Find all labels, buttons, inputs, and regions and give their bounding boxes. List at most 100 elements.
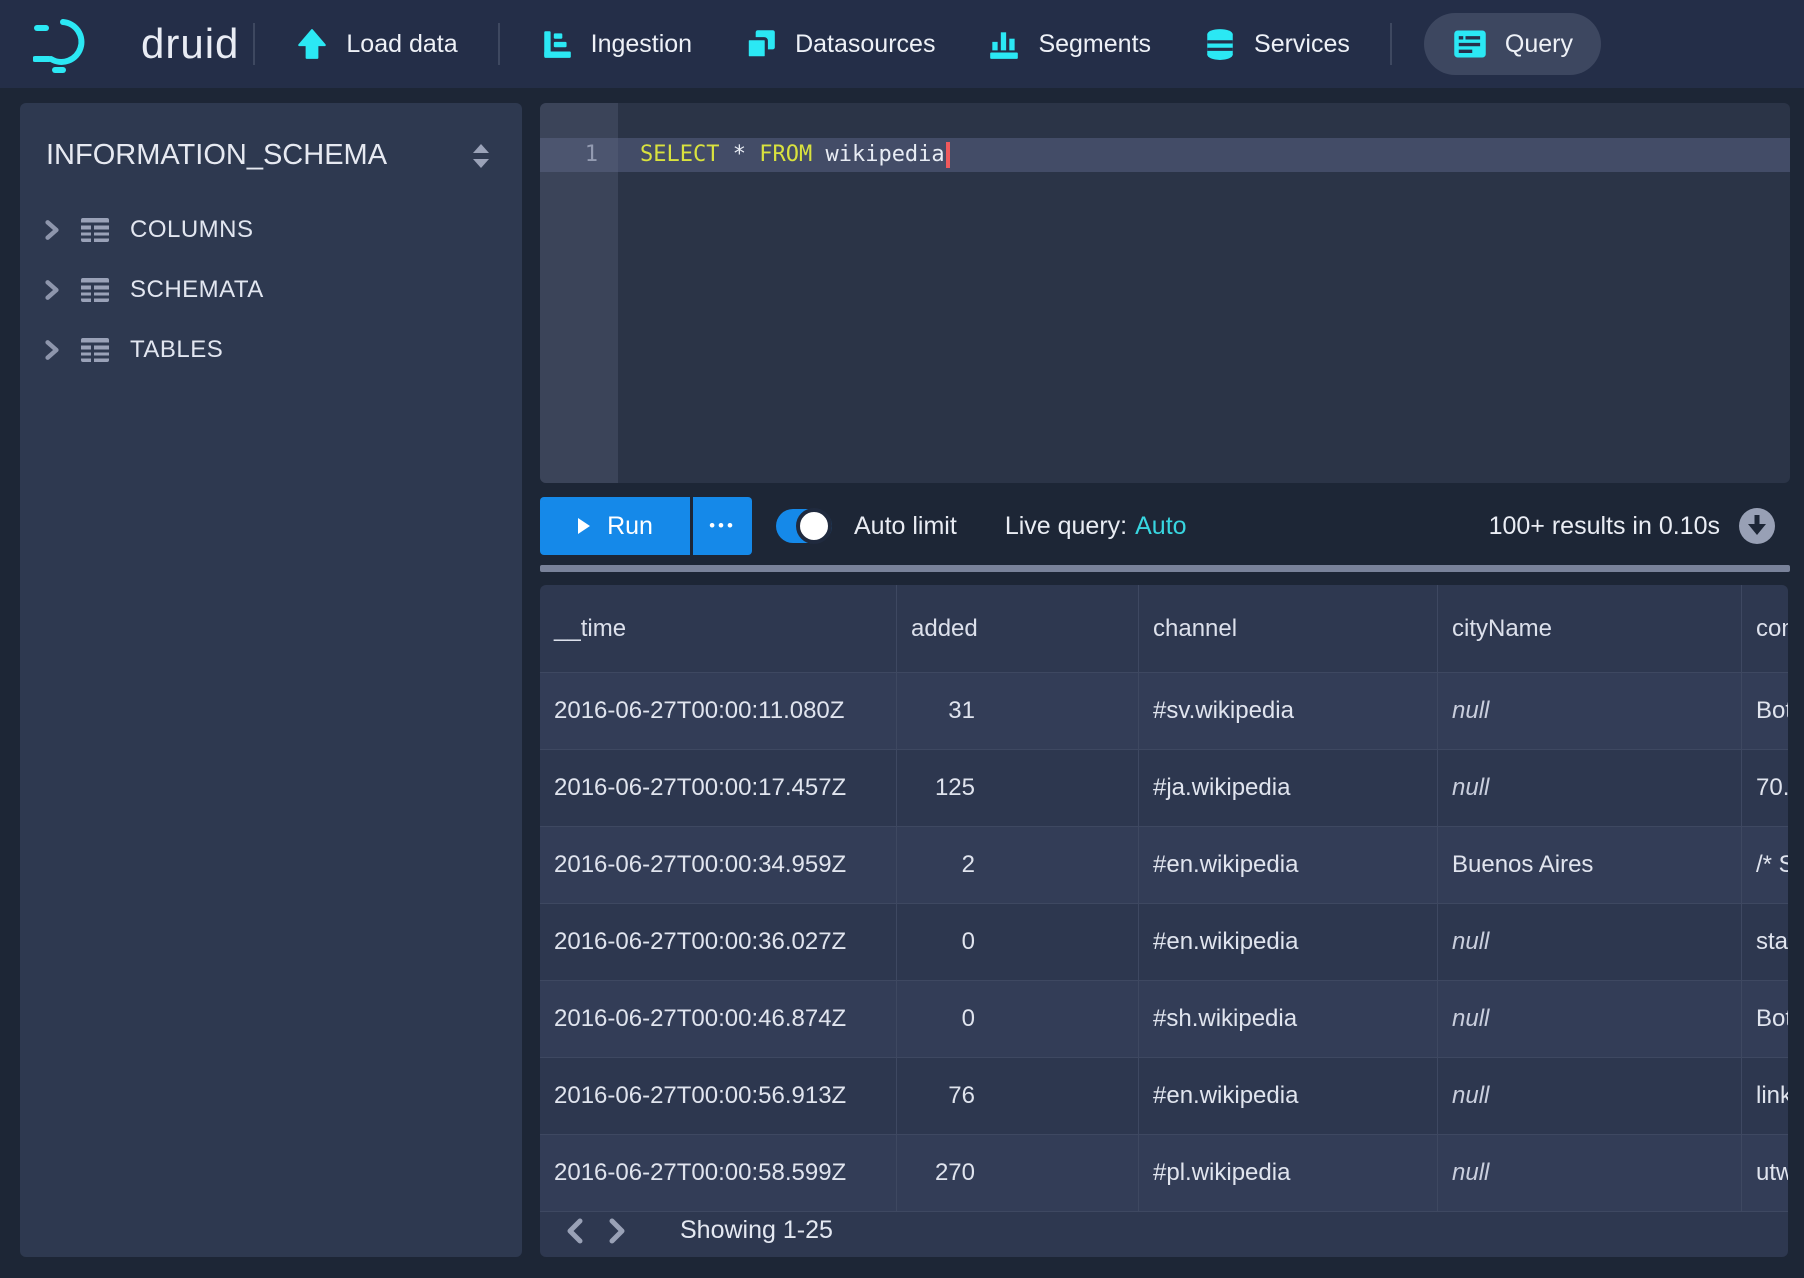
download-icon[interactable] (1738, 507, 1776, 545)
cell-time[interactable]: 2016-06-27T00:00:17.457Z (540, 750, 897, 826)
nav-item-label: Datasources (795, 30, 935, 59)
double-caret-icon[interactable] (468, 142, 494, 170)
next-page-button[interactable] (606, 1217, 628, 1245)
cell-added[interactable]: 0 (897, 904, 1139, 980)
column-header-time[interactable]: __time (540, 585, 897, 672)
table-row[interactable]: 2016-06-27T00:00:56.913Z 76 #en.wikipedi… (540, 1058, 1788, 1135)
auto-limit-label: Auto limit (854, 512, 957, 541)
cell-cityname[interactable]: null (1438, 1135, 1742, 1211)
table-row[interactable]: 2016-06-27T00:00:36.027Z 0 #en.wikipedia… (540, 904, 1788, 981)
chevron-left-icon (564, 1217, 586, 1245)
cell-channel[interactable]: #sh.wikipedia (1139, 981, 1438, 1057)
play-icon (577, 517, 591, 535)
schema-explorer-panel: INFORMATION_SCHEMA COLUMNS (20, 103, 522, 1257)
text-cursor (946, 142, 950, 168)
cell-time[interactable]: 2016-06-27T00:00:58.599Z (540, 1135, 897, 1211)
results-body: 2016-06-27T00:00:11.080Z 31 #sv.wikipedi… (540, 673, 1788, 1212)
table-row[interactable]: 2016-06-27T00:00:17.457Z 125 #ja.wikiped… (540, 750, 1788, 827)
cell-comment[interactable]: utw (1742, 1135, 1788, 1211)
datasources-icon (744, 27, 778, 61)
schema-tree: COLUMNS SCHEMATA (20, 200, 522, 380)
chevron-right-icon (42, 279, 62, 301)
auto-limit-toggle[interactable] (776, 509, 832, 543)
cell-added[interactable]: 125 (897, 750, 1139, 826)
cell-cityname[interactable]: Buenos Aires (1438, 827, 1742, 903)
table-row[interactable]: 2016-06-27T00:00:11.080Z 31 #sv.wikipedi… (540, 673, 1788, 750)
panel-splitter[interactable] (540, 565, 1790, 572)
query-results: __time added channel cityName comment 20… (540, 585, 1788, 1257)
cell-comment[interactable]: /* S (1742, 827, 1788, 903)
nav-load-data[interactable]: Load data (295, 27, 457, 61)
cell-cityname[interactable]: null (1438, 750, 1742, 826)
cell-channel[interactable]: #ja.wikipedia (1139, 750, 1438, 826)
cell-cityname[interactable]: null (1438, 981, 1742, 1057)
nav-item-label: Segments (1038, 30, 1151, 59)
table-row[interactable]: 2016-06-27T00:00:34.959Z 2 #en.wikipedia… (540, 827, 1788, 904)
druid-logo-icon (33, 14, 125, 74)
cell-cityname[interactable]: null (1438, 1058, 1742, 1134)
tree-item-label: TABLES (130, 336, 223, 364)
tree-item-schemata[interactable]: SCHEMATA (20, 260, 522, 320)
nav-ingestion[interactable]: Ingestion (540, 27, 692, 61)
nav-datasources[interactable]: Datasources (744, 27, 935, 61)
nav-divider (1390, 23, 1392, 65)
cell-channel[interactable]: #sv.wikipedia (1139, 673, 1438, 749)
schema-header: INFORMATION_SCHEMA (20, 103, 522, 172)
cell-comment[interactable]: link (1742, 1058, 1788, 1134)
nav-item-label: Query (1505, 30, 1573, 59)
sql-editor[interactable]: 1 SELECT * FROM wikipedia (540, 103, 1790, 483)
services-icon (1203, 27, 1237, 61)
druid-console: druid Load data Ingestion (0, 0, 1804, 1278)
run-more-button[interactable]: ••• (693, 497, 752, 555)
table-icon (80, 217, 110, 243)
cell-added[interactable]: 270 (897, 1135, 1139, 1211)
pagination-label: Showing 1-25 (680, 1216, 833, 1245)
cell-channel[interactable]: #en.wikipedia (1139, 827, 1438, 903)
table-row[interactable]: 2016-06-27T00:00:58.599Z 270 #pl.wikiped… (540, 1135, 1788, 1212)
nav-item-label: Services (1254, 30, 1350, 59)
prev-page-button[interactable] (564, 1217, 586, 1245)
nav-query[interactable]: Query (1424, 13, 1601, 75)
cell-comment[interactable]: sta (1742, 904, 1788, 980)
tree-item-tables[interactable]: TABLES (20, 320, 522, 380)
ingestion-icon (540, 27, 574, 61)
live-query-value[interactable]: Auto (1135, 512, 1186, 540)
cell-time[interactable]: 2016-06-27T00:00:46.874Z (540, 981, 897, 1057)
column-header-comment[interactable]: comment (1742, 585, 1788, 672)
nav-divider (253, 23, 255, 65)
tree-item-columns[interactable]: COLUMNS (20, 200, 522, 260)
query-icon (1452, 28, 1488, 60)
nav-services[interactable]: Services (1203, 27, 1350, 61)
cell-added[interactable]: 0 (897, 981, 1139, 1057)
table-icon (80, 277, 110, 303)
cell-comment[interactable]: Bot (1742, 981, 1788, 1057)
chevron-right-icon (42, 219, 62, 241)
cell-time[interactable]: 2016-06-27T00:00:34.959Z (540, 827, 897, 903)
cell-cityname[interactable]: null (1438, 673, 1742, 749)
cell-channel[interactable]: #en.wikipedia (1139, 904, 1438, 980)
segments-icon (987, 27, 1021, 61)
cell-channel[interactable]: #pl.wikipedia (1139, 1135, 1438, 1211)
column-header-channel[interactable]: channel (1139, 585, 1438, 672)
cell-added[interactable]: 2 (897, 827, 1139, 903)
cell-cityname[interactable]: null (1438, 904, 1742, 980)
cell-comment[interactable]: 70. (1742, 750, 1788, 826)
run-button[interactable]: Run (540, 497, 690, 555)
cell-added[interactable]: 31 (897, 673, 1139, 749)
cell-channel[interactable]: #en.wikipedia (1139, 1058, 1438, 1134)
column-header-cityname[interactable]: cityName (1438, 585, 1742, 672)
brand-wordmark: druid (141, 20, 239, 68)
cell-time[interactable]: 2016-06-27T00:00:56.913Z (540, 1058, 897, 1134)
results-header-row: __time added channel cityName comment (540, 585, 1788, 673)
cell-comment[interactable]: Bot (1742, 673, 1788, 749)
cell-time[interactable]: 2016-06-27T00:00:36.027Z (540, 904, 897, 980)
schema-selector[interactable]: INFORMATION_SCHEMA (46, 139, 387, 172)
live-query-label: Live query: (1005, 512, 1127, 540)
table-row[interactable]: 2016-06-27T00:00:46.874Z 0 #sh.wikipedia… (540, 981, 1788, 1058)
druid-logo[interactable]: druid (33, 14, 239, 74)
nav-segments[interactable]: Segments (987, 27, 1151, 61)
column-header-added[interactable]: added (897, 585, 1139, 672)
cell-time[interactable]: 2016-06-27T00:00:11.080Z (540, 673, 897, 749)
cell-added[interactable]: 76 (897, 1058, 1139, 1134)
live-query: Live query: Auto (1005, 512, 1187, 541)
